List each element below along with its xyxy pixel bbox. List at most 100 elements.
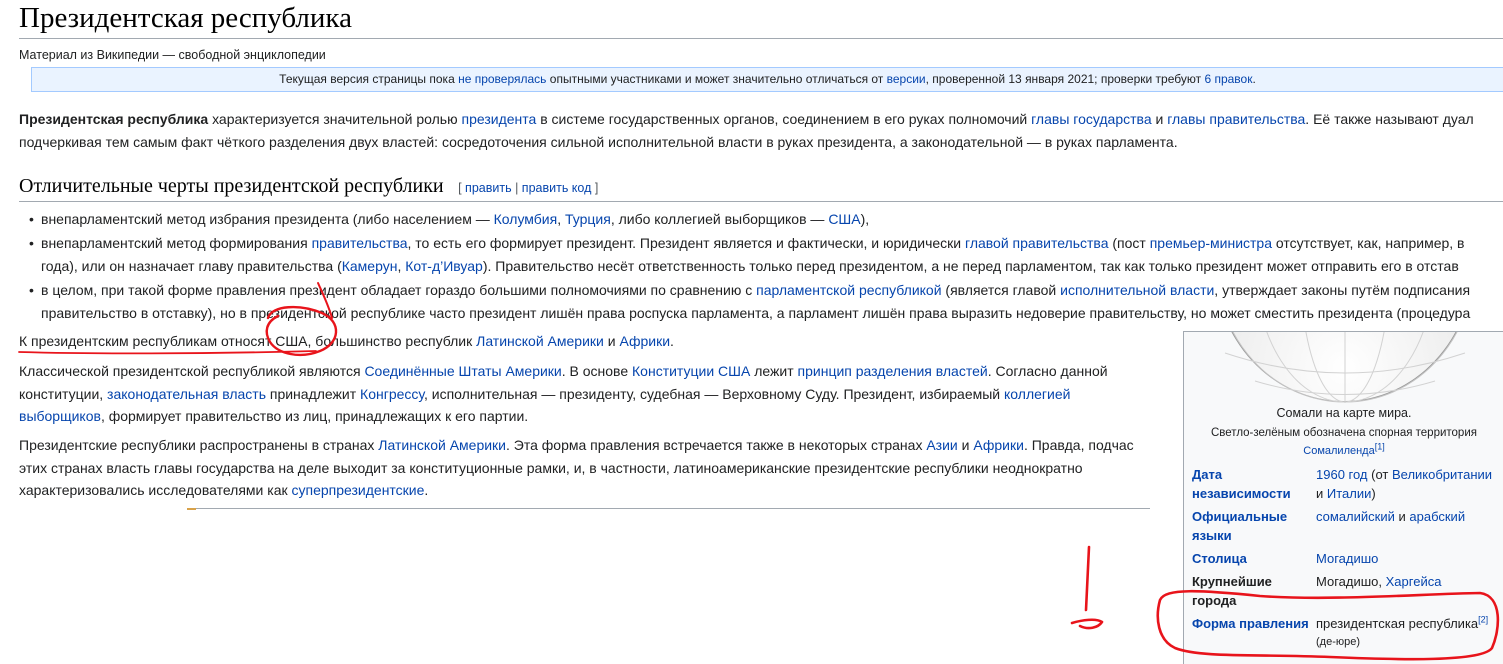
infobox-row-languages: Официальные языки сомалийский и арабский	[1192, 507, 1497, 545]
link-latin-america[interactable]: Латинской Америки	[476, 333, 604, 349]
notice-version-link[interactable]: версии	[887, 72, 926, 86]
value-text: президентская республика	[1316, 616, 1479, 631]
link-electoral-college[interactable]: коллегией	[1004, 386, 1070, 402]
cities-label: Крупнейшие города	[1192, 574, 1272, 608]
para-text: и	[957, 437, 974, 453]
link-usa[interactable]: США	[828, 211, 860, 227]
link-legislative-power[interactable]: законодательная власть	[107, 386, 266, 402]
features-list: внепарламентский метод избрания президен…	[19, 208, 1503, 326]
languages-label[interactable]: Официальные языки	[1192, 507, 1310, 545]
ref-1[interactable]: [1]	[1375, 441, 1385, 451]
intro-text: и	[1151, 111, 1168, 127]
notice-unreviewed-link[interactable]: не проверялась	[458, 72, 546, 86]
link-cote-divoire[interactable]: Кот-д’Ивуар	[405, 258, 483, 274]
value-text: (от	[1367, 467, 1392, 482]
list-text: , либо коллегией выборщиков —	[610, 211, 829, 227]
list-text: в целом, при такой форме правления прези…	[41, 282, 757, 298]
para-text: К президентским республикам относят США,…	[19, 333, 477, 349]
link-great-britain[interactable]: Великобритании	[1392, 467, 1492, 482]
link-separation-of-powers[interactable]: принцип разделения властей	[798, 363, 988, 379]
list-text: (пост	[1108, 235, 1150, 251]
para-text: , формирует правительство из лиц, принад…	[100, 408, 529, 424]
independence-label[interactable]: Дата независимости	[1192, 465, 1310, 503]
map-caption-link-line: Сомалиленда[1]	[1184, 442, 1503, 457]
ref-2[interactable]: [2]	[1478, 615, 1488, 625]
notice-edits-link[interactable]: 6 правок	[1204, 72, 1252, 86]
spread-paragraph: Президентские республики распространены …	[19, 434, 1134, 502]
review-notice-banner: Текущая версия страницы пока не проверял…	[31, 67, 1503, 92]
link-parliamentary-republic[interactable]: парламентской республикой	[756, 282, 941, 298]
intro-paragraph: Президентская республика характеризуется…	[19, 108, 1474, 153]
divider-marker	[187, 508, 196, 510]
edit-code-link[interactable]: править код	[522, 181, 592, 195]
infobox-row-cities: Крупнейшие города Могадишо, Харгейса	[1192, 572, 1497, 610]
link-prime-minister[interactable]: премьер-министра	[1150, 235, 1272, 251]
link-italy[interactable]: Италии	[1327, 486, 1372, 501]
link-united-states[interactable]: Соединённые Штаты Америки	[364, 363, 561, 379]
link-us-constitution[interactable]: Конституции США	[632, 363, 750, 379]
wiki-article-page: Президентская республика Материал из Вик…	[0, 0, 1503, 664]
section-edit-links: [ править | править код ]	[458, 181, 598, 195]
government-form-label[interactable]: Форма правления	[1192, 614, 1310, 633]
countries-paragraph: К президентским республикам относят США,…	[19, 330, 674, 353]
para-text: этих странах власть главы государства на…	[19, 459, 1083, 476]
link-executive-power[interactable]: исполнительной власти	[1060, 282, 1214, 298]
para-text: Президентские республики распространены …	[19, 437, 379, 453]
link-somaliland[interactable]: Сомалиленда	[1303, 445, 1374, 457]
value-text: )	[1371, 486, 1376, 501]
link-africa-2[interactable]: Африки	[973, 437, 1024, 453]
link-head-of-government[interactable]: главы правительства	[1167, 111, 1305, 127]
notice-text: , проверенной 13 января 2021; проверки т…	[925, 72, 1205, 86]
link-president[interactable]: президента	[462, 111, 537, 127]
independence-value: 1960 год (от Великобритании и Италии)	[1316, 465, 1501, 503]
globe-icon	[1214, 332, 1474, 403]
section-heading: Отличительные черты президентской респуб…	[19, 175, 598, 198]
link-head-of-government-2[interactable]: главой правительства	[965, 235, 1108, 251]
link-turkey[interactable]: Турция	[565, 211, 611, 227]
para-text: конституции,	[19, 385, 108, 402]
edit-link[interactable]: править	[465, 181, 512, 195]
list-text: , то есть его формирует президент. Прези…	[407, 235, 966, 251]
list-text: правительство в отставку), но в президен…	[41, 305, 1471, 321]
link-head-of-state[interactable]: главы государства	[1031, 111, 1151, 127]
languages-value: сомалийский и арабский	[1316, 507, 1501, 526]
value-text: и	[1316, 486, 1327, 501]
list-text: ). Правительство несёт ответственность т…	[482, 258, 1459, 274]
edit-separator: |	[511, 181, 522, 195]
para-text: , исполнительная — президенту, судебная …	[424, 385, 1005, 402]
capital-label[interactable]: Столица	[1192, 549, 1310, 568]
list-text: внепарламентский метод формирования	[41, 235, 312, 251]
para-text: . Согласно данной	[987, 363, 1108, 379]
intro-text: характеризуется значительной ролью	[208, 111, 462, 127]
link-latin-america-2[interactable]: Латинской Америки	[378, 437, 506, 453]
exclamation-stroke	[1084, 545, 1091, 612]
capital-value: Могадишо	[1316, 549, 1501, 568]
list-text: отсутствует, как, например, в	[1272, 235, 1465, 251]
link-somali[interactable]: сомалийский	[1316, 509, 1395, 524]
link-superpresidential[interactable]: суперпрезидентские	[292, 482, 425, 498]
link-arabic[interactable]: арабский	[1409, 509, 1465, 524]
link-mogadishu[interactable]: Могадишо	[1316, 551, 1378, 566]
link-colombia[interactable]: Колумбия	[494, 211, 558, 227]
somalia-infobox: Сомали на карте мира. Светло-зелёным обо…	[1183, 331, 1503, 664]
para-text: лежит	[750, 363, 798, 379]
link-africa[interactable]: Африки	[619, 333, 670, 349]
link-cameroon[interactable]: Камерун	[342, 258, 398, 274]
list-text: года), или он назначает главу правительс…	[41, 258, 342, 274]
link-asia[interactable]: Азии	[926, 437, 957, 453]
link-hargeisa[interactable]: Харгейса	[1386, 574, 1442, 589]
page-tagline: Материал из Википедии — свободной энцикл…	[19, 48, 326, 62]
world-map-image[interactable]	[1184, 332, 1503, 404]
list-text: ,	[557, 211, 565, 227]
list-item: в целом, при такой форме правления прези…	[19, 279, 1503, 325]
edit-bracket: [	[458, 181, 466, 195]
link-electors[interactable]: выборщиков	[19, 408, 101, 424]
link-1960[interactable]: 1960 год	[1316, 467, 1368, 482]
map-caption: Сомали на карте мира.	[1276, 406, 1412, 420]
link-government[interactable]: правительства	[312, 235, 408, 251]
para-text: принадлежит	[265, 385, 361, 402]
list-item: внепарламентский метод избрания президен…	[19, 208, 1503, 231]
link-congress[interactable]: Конгрессу	[360, 386, 424, 402]
list-text: , утверждает законы путём подписания	[1214, 282, 1471, 298]
title-divider	[19, 38, 1503, 39]
